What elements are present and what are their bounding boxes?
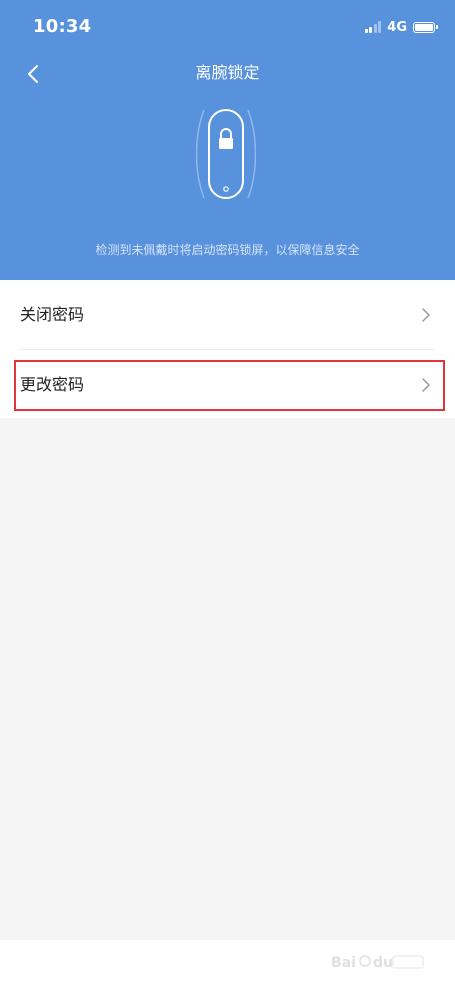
network-type: 4G <box>387 19 407 35</box>
menu-list: 关闭密码 更改密码 <box>0 280 455 418</box>
change-password-item[interactable]: 更改密码 <box>0 350 455 419</box>
svg-text:du: du <box>373 955 393 971</box>
status-bar: 10:34 4G <box>0 0 455 55</box>
lock-icon <box>219 128 233 149</box>
baidu-watermark-logo: Bai du <box>331 955 424 971</box>
menu-item-label: 关闭密码 <box>20 305 85 324</box>
chevron-right-icon <box>422 378 430 392</box>
signal-icon <box>363 21 382 33</box>
status-indicators: 4G <box>363 19 438 35</box>
chevron-right-icon <box>422 308 430 322</box>
header-description: 检测到未佩戴时将启动密码锁屏，以保障信息安全 <box>95 243 360 257</box>
svg-text:Bai: Bai <box>331 955 356 971</box>
status-time: 10:34 <box>33 16 92 37</box>
menu-item-label: 更改密码 <box>20 375 85 394</box>
page-title: 离腕锁定 <box>195 63 260 82</box>
band-illustration <box>196 109 256 199</box>
disable-password-item[interactable]: 关闭密码 <box>0 280 455 349</box>
battery-icon <box>413 21 438 33</box>
header: 10:34 4G 离腕锁定 检测到未佩戴时将启动密码锁屏，以保障信息安全 <box>0 0 455 280</box>
